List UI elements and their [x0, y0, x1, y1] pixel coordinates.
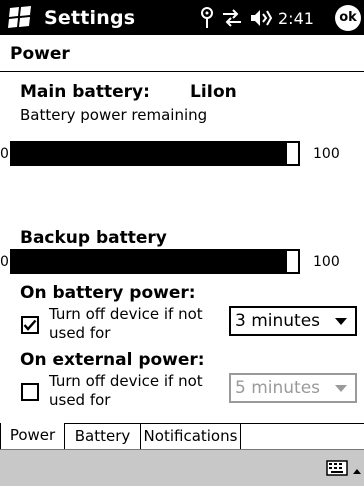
header-divider: [0, 71, 364, 72]
battery-type: LiIon: [190, 82, 237, 102]
on-battery-heading: On battery power:: [20, 283, 196, 303]
page-title: Power: [10, 44, 70, 64]
battery-timeout-dropdown[interactable]: 3 minutes: [229, 306, 357, 336]
checkmark-icon: [23, 319, 37, 331]
on-external-heading: On external power:: [20, 350, 205, 370]
backup-battery-bar: [10, 249, 300, 274]
antenna-icon[interactable]: [200, 7, 214, 33]
external-timeout-value: 5 minutes: [235, 378, 321, 398]
main-battery-min: 0: [0, 146, 9, 162]
battery-turnoff-checkbox[interactable]: [21, 316, 39, 334]
tab-battery[interactable]: Battery: [65, 423, 141, 449]
battery-turnoff-label-line2[interactable]: used for: [49, 324, 110, 342]
tab-notifications[interactable]: Notifications: [141, 423, 241, 449]
external-turnoff-checkbox[interactable]: [21, 383, 39, 401]
battery-remaining-label: Battery power remaining: [20, 106, 208, 124]
external-timeout-dropdown[interactable]: 5 minutes: [229, 373, 357, 403]
ok-button[interactable]: ok: [335, 5, 361, 31]
external-turnoff-label-line1[interactable]: Turn off device if not: [49, 372, 203, 390]
sync-arrows-icon[interactable]: [221, 9, 243, 31]
main-battery-fill: [12, 143, 287, 164]
app-title: Settings: [44, 7, 136, 29]
speaker-icon[interactable]: [250, 8, 274, 32]
main-battery-max: 100: [313, 146, 340, 162]
bottom-command-bar: [0, 449, 364, 486]
keyboard-icon[interactable]: [326, 460, 348, 480]
clock-time[interactable]: 2:41: [278, 9, 314, 28]
battery-turnoff-label-line1[interactable]: Turn off device if not: [49, 305, 203, 323]
backup-battery-label: Backup battery: [20, 228, 167, 248]
battery-timeout-value: 3 minutes: [235, 311, 321, 331]
tab-power[interactable]: Power: [0, 423, 65, 449]
backup-battery-fill: [12, 251, 287, 272]
up-arrow-icon[interactable]: [352, 462, 362, 481]
backup-battery-min: 0: [0, 254, 9, 270]
windows-start-icon[interactable]: [6, 5, 36, 30]
main-battery-bar: [10, 141, 300, 166]
external-turnoff-label-line2[interactable]: used for: [49, 391, 110, 409]
backup-battery-max: 100: [313, 254, 340, 270]
title-bar: Settings 2:41 ok: [0, 0, 364, 35]
chevron-down-icon: [335, 318, 347, 325]
main-battery-label: Main battery:: [20, 82, 150, 102]
chevron-down-icon: [335, 385, 347, 392]
